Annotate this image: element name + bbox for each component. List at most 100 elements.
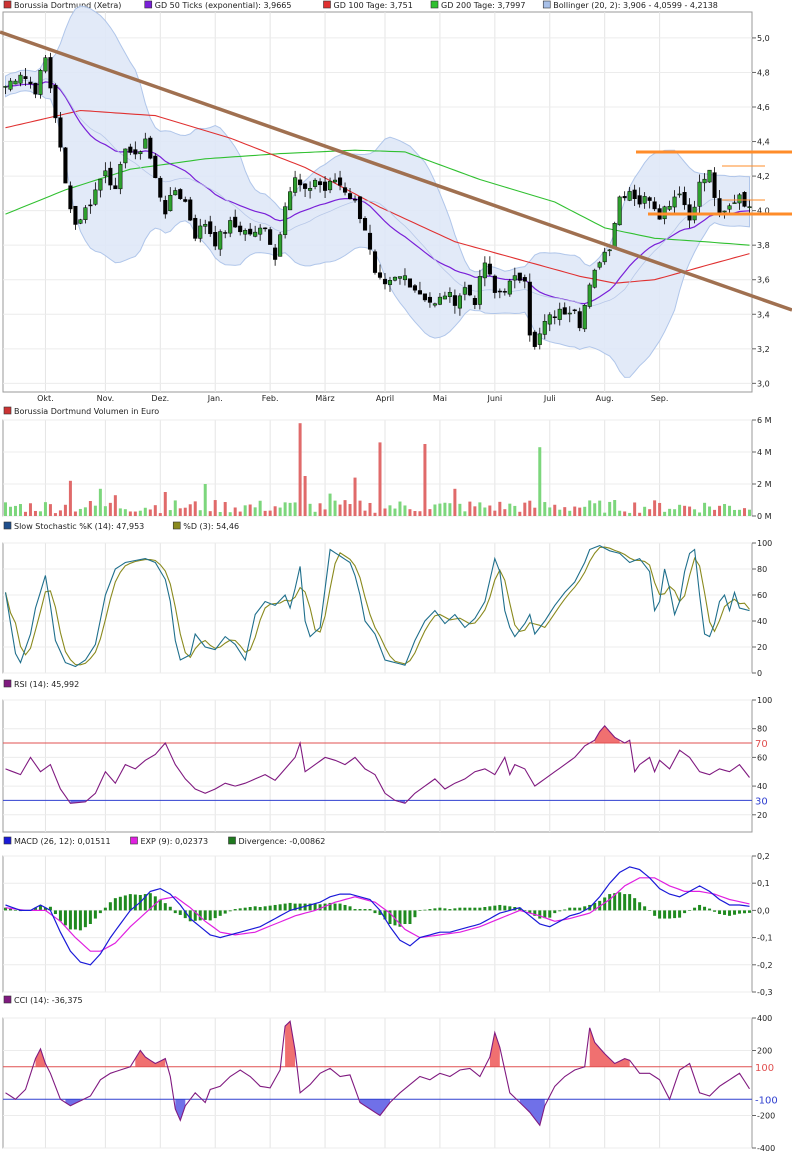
volume-bar: [143, 507, 147, 516]
volume-bar: [398, 501, 402, 516]
volume-bar: [668, 508, 672, 516]
volume-bar: [313, 511, 317, 516]
candle-body: [323, 181, 328, 191]
volume-bar: [373, 512, 377, 516]
volume-bar: [503, 509, 507, 516]
macd-divergence-bar: [623, 894, 627, 911]
candle-body: [238, 225, 243, 233]
y-tick-label: 200: [757, 1047, 772, 1056]
candle-body: [497, 290, 502, 293]
candle-body: [737, 194, 742, 204]
volume-bar: [508, 503, 512, 516]
candle-body: [143, 138, 148, 149]
macd-divergence-bar: [713, 910, 717, 912]
candle-body: [587, 284, 592, 307]
volume-bar: [208, 511, 212, 516]
candle-body: [547, 314, 552, 325]
candle-body: [702, 178, 707, 184]
candle-body: [577, 311, 582, 329]
macd-divergence-bar: [663, 910, 667, 919]
macd-divergence-bar: [333, 903, 337, 911]
volume-bar: [673, 509, 677, 516]
macd-divergence-bar: [678, 910, 682, 918]
macd-divergence-bar: [258, 907, 262, 911]
y-tick-label: 20: [757, 643, 767, 652]
volume-bar: [568, 510, 572, 516]
volume-bar: [688, 506, 692, 516]
volume-bar: [88, 501, 92, 516]
volume-bar: [133, 511, 137, 516]
volume-bar: [193, 501, 197, 516]
y-tick-label: 3,6: [757, 276, 770, 285]
macd-divergence-bar: [253, 906, 257, 911]
volume-bar: [268, 510, 272, 516]
macd-divergence-bar: [438, 907, 442, 911]
y-tick-label: 100: [757, 539, 772, 548]
volume-bar: [458, 503, 462, 516]
macd-divergence-bar: [348, 906, 352, 911]
macd-divergence-bar: [748, 910, 752, 913]
candle-body: [138, 151, 143, 155]
macd-divergence-bar: [63, 910, 67, 926]
candle-body: [43, 57, 48, 72]
cci-threshold-label: -100: [755, 1095, 778, 1106]
x-tick-label: Feb.: [262, 394, 279, 403]
candle-body: [372, 251, 378, 273]
volume-bar: [378, 442, 382, 516]
y-tick-label: 3,4: [757, 310, 770, 319]
volume-bar: [58, 510, 62, 516]
volume-bar: [328, 493, 332, 516]
macd-divergence-bar: [738, 910, 742, 914]
x-tick-label: Jan.: [207, 394, 223, 403]
legend-swatch: [323, 0, 331, 9]
candle-body: [607, 249, 612, 252]
legend-swatch: [3, 836, 12, 845]
volume-bar: [383, 508, 387, 516]
macd-panel: [2, 855, 753, 993]
macd-divergence-bar: [688, 910, 692, 911]
candle-body: [617, 196, 622, 226]
volume-bar: [438, 503, 442, 516]
candle-body: [273, 247, 278, 260]
macd-divergence-bar: [478, 907, 482, 911]
volume-bar: [408, 509, 412, 516]
candle-body: [248, 228, 253, 235]
macd-divergence-bar: [213, 910, 217, 919]
legend-label: Borussia Dortmund (Xetra): [14, 1, 121, 10]
legend-label: Bollinger (20, 2): 3,906 - 4,0599 - 4,21…: [553, 1, 718, 10]
macd-divergence-bar: [443, 908, 447, 911]
volume-bar: [708, 506, 712, 516]
candle-body: [367, 232, 373, 250]
volume-bar: [403, 505, 407, 516]
volume-bar: [223, 502, 227, 516]
y-tick-label: 4 M: [757, 448, 772, 457]
volume-bar: [78, 508, 82, 516]
legend-swatch: [430, 0, 439, 9]
candle-body: [562, 307, 567, 315]
macd-divergence-bar: [108, 902, 112, 911]
y-tick-label: -0,3: [757, 988, 773, 997]
volume-bar: [118, 508, 122, 516]
candle-body: [602, 251, 607, 263]
candle-body: [308, 188, 313, 191]
candle-body: [652, 201, 657, 210]
y-tick-label: 4,4: [757, 138, 770, 147]
legend-label: RSI (14): 45,992: [14, 680, 79, 689]
candle-body: [512, 275, 517, 281]
volume-bar: [433, 504, 437, 516]
volume-bar: [743, 508, 747, 516]
macd-divergence-bar: [573, 907, 577, 911]
candle-body: [278, 234, 283, 257]
candle-body: [288, 191, 293, 211]
volume-bar: [583, 506, 587, 516]
macd-divergence-bar: [673, 910, 677, 919]
macd-divergence-bar: [578, 907, 582, 911]
candle-body: [597, 262, 602, 268]
volume-bar: [453, 488, 457, 516]
candle-body: [612, 223, 617, 249]
volume-bar: [543, 502, 547, 516]
macd-divergence-bar: [363, 909, 367, 911]
volume-bar: [303, 476, 307, 516]
volume-bar: [478, 502, 482, 516]
legend-swatch: [3, 995, 12, 1004]
